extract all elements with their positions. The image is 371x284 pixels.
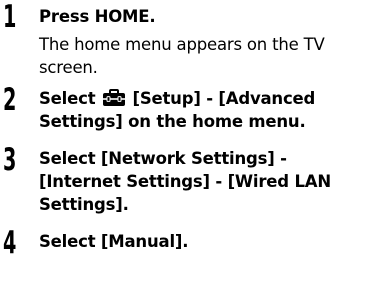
toolbox-icon <box>102 89 125 106</box>
setup-steps: 1 Press HOME. The home menu appears on t… <box>0 0 371 284</box>
step-instruction: Select [Network Settings] - [Internet Se… <box>39 149 331 214</box>
step-number: 3 <box>3 142 17 178</box>
step-number: 4 <box>3 225 17 261</box>
step-number: 2 <box>3 82 17 118</box>
step-instruction: Select [Setup] - [Advanced Settings] on … <box>39 87 364 133</box>
step-instruction: Select [Manual]. <box>39 232 189 251</box>
step-instruction: Press HOME. <box>39 7 156 26</box>
step-instruction-lead: Select <box>39 89 96 108</box>
step-description: The home menu appears on the TV screen. <box>39 35 325 77</box>
step-number: 1 <box>3 0 17 35</box>
